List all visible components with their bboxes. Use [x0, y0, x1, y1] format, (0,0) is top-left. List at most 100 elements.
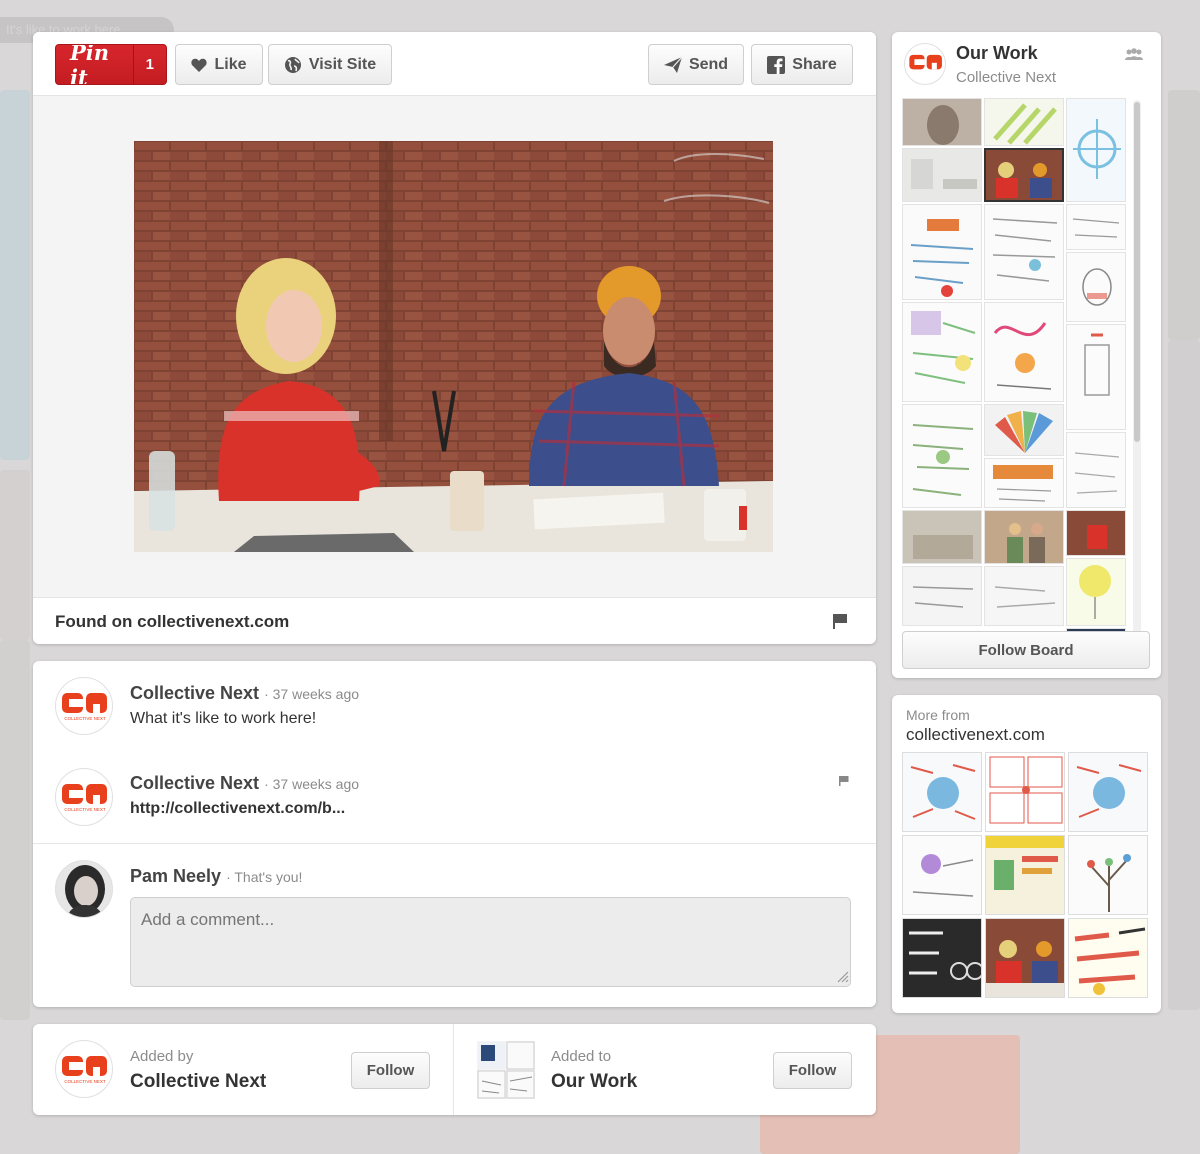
source-pin-thumbnail[interactable]: [1068, 752, 1148, 832]
board-pin-thumbnail[interactable]: [1066, 558, 1126, 626]
board-pin-thumbnail[interactable]: [902, 302, 982, 402]
comment-author-name[interactable]: Collective Next: [130, 683, 259, 703]
follow-board-small-button[interactable]: Follow: [773, 1052, 852, 1089]
logo-text: COLLECTIVE NEXT: [64, 716, 106, 721]
board-pin-thumbnail[interactable]: [902, 566, 982, 626]
visit-site-button[interactable]: Visit Site: [268, 44, 392, 85]
follow-user-button[interactable]: Follow: [351, 1052, 430, 1089]
background-pin: [0, 640, 30, 1020]
board-pin-thumbnail[interactable]: [984, 566, 1064, 626]
video-player[interactable]: [134, 141, 773, 552]
heart-icon: [191, 58, 208, 72]
collective-next-logo: COLLECTIVE NEXT: [62, 693, 107, 721]
share-button[interactable]: Share: [751, 44, 853, 85]
current-user[interactable]: Pam Neely · That's you!: [130, 866, 302, 887]
pin-card: Pin it 1 Like Visit Site Send Share Foun…: [33, 32, 876, 644]
current-user-name[interactable]: Pam Neely: [130, 866, 221, 886]
source-pin-thumbnail[interactable]: [1068, 918, 1148, 998]
tree-diagram-image: [1087, 854, 1131, 912]
board-pin-grid: [902, 98, 1128, 656]
like-label: Like: [214, 55, 247, 73]
board-thumbnail[interactable]: [477, 1041, 535, 1099]
sketchnote-image: [992, 218, 1058, 282]
comment-author[interactable]: Collective Next · 37 weeks ago: [130, 773, 359, 794]
logo-text: COLLECTIVE NEXT: [64, 1079, 106, 1084]
sketch-image: [1072, 218, 1120, 238]
video-frame-image: [134, 141, 773, 552]
avatar[interactable]: COLLECTIVE NEXT: [55, 768, 113, 826]
board-pin-thumbnail[interactable]: [984, 404, 1064, 456]
board-pin-thumbnail[interactable]: [1066, 432, 1126, 508]
background-pin: [0, 470, 30, 640]
board-collage-image: [477, 1041, 535, 1099]
flag-icon[interactable]: [832, 613, 848, 629]
board-pin-thumbnail[interactable]: [984, 204, 1064, 300]
board-owner-avatar[interactable]: [904, 43, 946, 85]
office-image: [911, 159, 977, 189]
avatar[interactable]: COLLECTIVE NEXT: [55, 677, 113, 735]
board-pin-thumbnail[interactable]: [1066, 510, 1126, 556]
pin-count: 1: [132, 45, 166, 84]
infographic-image: [986, 836, 1064, 890]
board-pin-thumbnail[interactable]: [984, 458, 1064, 508]
board-pin-thumbnail[interactable]: [1066, 98, 1126, 202]
source-pin-thumbnail[interactable]: [902, 752, 982, 832]
board-owner[interactable]: Collective Next: [956, 69, 1056, 86]
pin-media-area: [33, 96, 876, 598]
diagram-image: [1073, 119, 1121, 179]
office-photo-image: [913, 535, 973, 559]
collective-next-logo: [909, 54, 942, 70]
group-board-icon: [1125, 48, 1143, 60]
source-pin-thumbnail[interactable]: [985, 835, 1065, 915]
source-pin-thumbnail[interactable]: [902, 918, 982, 998]
sketchnote-image: [1084, 333, 1110, 396]
share-label: Share: [792, 55, 837, 73]
board-scrollbar-thumb[interactable]: [1134, 102, 1140, 442]
added-to-board-name[interactable]: Our Work: [551, 1071, 637, 1093]
follow-board-button[interactable]: Follow Board: [902, 631, 1150, 669]
board-title[interactable]: Our Work: [956, 43, 1038, 64]
sketch-image: [1074, 452, 1120, 494]
sketchnote-image: [912, 424, 974, 496]
more-from-source[interactable]: collectivenext.com: [906, 725, 1045, 745]
board-pin-thumbnail[interactable]: [984, 302, 1064, 402]
sketch-image: [994, 586, 1056, 608]
board-pin-thumbnail[interactable]: [1066, 324, 1126, 430]
source-pin-thumbnail[interactable]: [1068, 835, 1148, 915]
added-by-name[interactable]: Collective Next: [130, 1071, 266, 1093]
more-from-grid: [902, 752, 1152, 1002]
visit-site-label: Visit Site: [308, 55, 377, 73]
collective-next-logo: COLLECTIVE NEXT: [62, 1056, 107, 1084]
source-pin-thumbnail[interactable]: [985, 918, 1065, 998]
board-pin-thumbnail[interactable]: [902, 510, 982, 564]
resize-handle-icon[interactable]: [837, 971, 849, 983]
pin-it-button[interactable]: Pin it 1: [55, 44, 167, 85]
comment-author-name[interactable]: Collective Next: [130, 773, 259, 793]
board-pin-thumbnail[interactable]: [984, 148, 1064, 202]
comment-input[interactable]: [130, 897, 851, 987]
pin-it-label: Pin it: [70, 44, 110, 85]
sketch-title-image: [993, 465, 1053, 502]
board-pin-thumbnail[interactable]: [902, 404, 982, 508]
comment-author[interactable]: Collective Next · 37 weeks ago: [130, 683, 359, 704]
board-pin-thumbnail[interactable]: [1066, 204, 1126, 250]
board-pin-thumbnail[interactable]: [902, 98, 982, 146]
flag-icon[interactable]: [839, 776, 849, 786]
board-pin-thumbnail[interactable]: [902, 148, 982, 202]
board-pin-thumbnail[interactable]: [984, 98, 1064, 146]
source-pin-thumbnail[interactable]: [902, 835, 982, 915]
user-avatar[interactable]: [55, 860, 113, 918]
board-pin-thumbnail[interactable]: [902, 204, 982, 300]
board-pin-thumbnail[interactable]: [1066, 252, 1126, 322]
source-pin-thumbnail[interactable]: [985, 752, 1065, 832]
comment-timestamp: · 37 weeks ago: [264, 686, 360, 702]
comment-link[interactable]: http://collectivenext.com/b...: [130, 800, 345, 818]
send-button[interactable]: Send: [648, 44, 744, 85]
found-on-link[interactable]: Found on collectivenext.com: [55, 612, 289, 632]
added-by-avatar[interactable]: COLLECTIVE NEXT: [55, 1040, 113, 1098]
board-scrollbar[interactable]: [1133, 100, 1141, 656]
send-label: Send: [688, 55, 729, 73]
portrait-sketch-image: [927, 105, 959, 145]
board-pin-thumbnail[interactable]: [984, 510, 1064, 564]
like-button[interactable]: Like: [175, 44, 263, 85]
